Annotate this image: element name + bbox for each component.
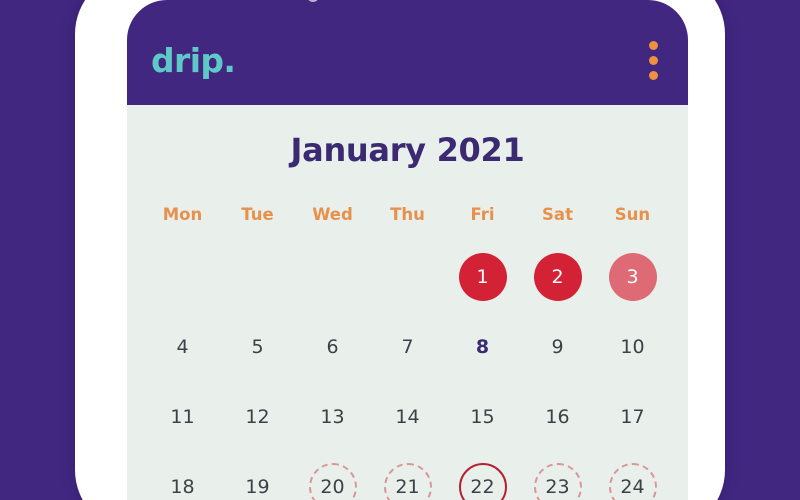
calendar-day-number: 21 xyxy=(383,463,432,500)
weekday-thu: Thu xyxy=(390,205,425,224)
calendar-day-cell[interactable]: 15 xyxy=(445,382,520,452)
weekday-tue: Tue xyxy=(241,205,274,224)
calendar-day-number: 16 xyxy=(545,406,570,428)
calendar: January 2021 Mon Tue Wed Thu Fri Sat Sun… xyxy=(127,105,688,500)
calendar-day-number: 4 xyxy=(176,336,189,358)
calendar-day-cell[interactable]: 13 xyxy=(295,382,370,452)
calendar-day-cell[interactable]: 1 xyxy=(445,242,520,312)
weekday-sat: Sat xyxy=(542,205,573,224)
calendar-day-cell[interactable]: 7 xyxy=(370,312,445,382)
calendar-day-cell[interactable]: 19 xyxy=(220,452,295,500)
calendar-day-number: 22 xyxy=(458,463,507,500)
calendar-day-empty xyxy=(145,242,220,312)
calendar-day-cell[interactable]: 22 xyxy=(445,452,520,500)
calendar-week-row: 11 12 13 14 15 16 17 xyxy=(145,382,670,452)
calendar-day-cell[interactable]: 14 xyxy=(370,382,445,452)
calendar-weeks: 1 2 3 4 5 6 7 8 9 10 11 12 13 14 15 16 17 18 19 20 21 22 23 24 xyxy=(145,224,670,500)
calendar-month-title: January 2021 xyxy=(290,131,525,169)
calendar-day-number: 19 xyxy=(245,476,270,498)
calendar-day-cell[interactable]: 9 xyxy=(520,312,595,382)
calendar-day-number: 9 xyxy=(551,336,564,358)
calendar-day-empty xyxy=(220,242,295,312)
calendar-day-number: 1 xyxy=(458,253,507,301)
calendar-day-number: 18 xyxy=(170,476,195,498)
calendar-day-number: 7 xyxy=(401,336,414,358)
weekday-sun: Sun xyxy=(614,205,651,224)
kebab-menu-icon[interactable] xyxy=(645,37,662,84)
calendar-day-cell[interactable]: 6 xyxy=(295,312,370,382)
calendar-day-number: 15 xyxy=(470,406,495,428)
calendar-day-placeholder xyxy=(159,253,207,301)
calendar-day-number: 2 xyxy=(533,253,582,301)
calendar-day-cell[interactable]: 8 xyxy=(445,312,520,382)
calendar-day-placeholder xyxy=(309,253,357,301)
calendar-day-empty xyxy=(295,242,370,312)
calendar-week-row: 123 xyxy=(145,242,670,312)
purple-backdrop: drip. January 2021 Mon Tue Wed Thu Fri S… xyxy=(0,0,800,500)
calendar-day-cell[interactable]: 23 xyxy=(520,452,595,500)
calendar-day-number: 24 xyxy=(608,463,657,500)
calendar-day-cell[interactable]: 11 xyxy=(145,382,220,452)
calendar-day-cell[interactable]: 21 xyxy=(370,452,445,500)
phone-screen: drip. January 2021 Mon Tue Wed Thu Fri S… xyxy=(127,0,688,500)
kebab-dot-3 xyxy=(649,71,658,80)
calendar-day-cell[interactable]: 16 xyxy=(520,382,595,452)
calendar-day-cell[interactable]: 3 xyxy=(595,242,670,312)
weekday-fri: Fri xyxy=(470,205,495,224)
kebab-dot-1 xyxy=(649,41,658,50)
calendar-day-number: 3 xyxy=(608,253,657,301)
calendar-day-cell[interactable]: 10 xyxy=(595,312,670,382)
calendar-weekday-header: Mon Tue Wed Thu Fri Sat Sun xyxy=(145,175,670,224)
calendar-day-number: 14 xyxy=(395,406,420,428)
calendar-day-cell[interactable]: 20 xyxy=(295,452,370,500)
weekday-wed: Wed xyxy=(312,205,353,224)
calendar-day-empty xyxy=(370,242,445,312)
calendar-day-number: 5 xyxy=(251,336,264,358)
calendar-week-row: 4 5 6 7 8 9 10 xyxy=(145,312,670,382)
calendar-day-number: 11 xyxy=(170,406,195,428)
calendar-day-cell[interactable]: 12 xyxy=(220,382,295,452)
app-logo: drip. xyxy=(151,41,236,80)
calendar-day-number: 10 xyxy=(620,336,645,358)
calendar-day-cell[interactable]: 5 xyxy=(220,312,295,382)
calendar-day-number: 20 xyxy=(308,463,357,500)
calendar-day-number: 12 xyxy=(245,406,270,428)
weekday-mon: Mon xyxy=(162,205,203,224)
calendar-day-cell[interactable]: 24 xyxy=(595,452,670,500)
calendar-week-row: 18 19 20 21 22 23 24 xyxy=(145,452,670,500)
calendar-day-placeholder xyxy=(384,253,432,301)
app-header: drip. xyxy=(127,0,688,105)
calendar-day-cell[interactable]: 17 xyxy=(595,382,670,452)
calendar-day-number: 6 xyxy=(326,336,339,358)
calendar-day-number: 17 xyxy=(620,406,645,428)
calendar-day-placeholder xyxy=(234,253,282,301)
kebab-dot-2 xyxy=(649,56,658,65)
calendar-day-number: 13 xyxy=(320,406,345,428)
calendar-day-number: 8 xyxy=(475,336,490,358)
calendar-day-cell[interactable]: 18 xyxy=(145,452,220,500)
calendar-day-cell[interactable]: 4 xyxy=(145,312,220,382)
calendar-day-number: 23 xyxy=(533,463,582,500)
phone-device-frame: drip. January 2021 Mon Tue Wed Thu Fri S… xyxy=(75,0,725,500)
calendar-day-cell[interactable]: 2 xyxy=(520,242,595,312)
